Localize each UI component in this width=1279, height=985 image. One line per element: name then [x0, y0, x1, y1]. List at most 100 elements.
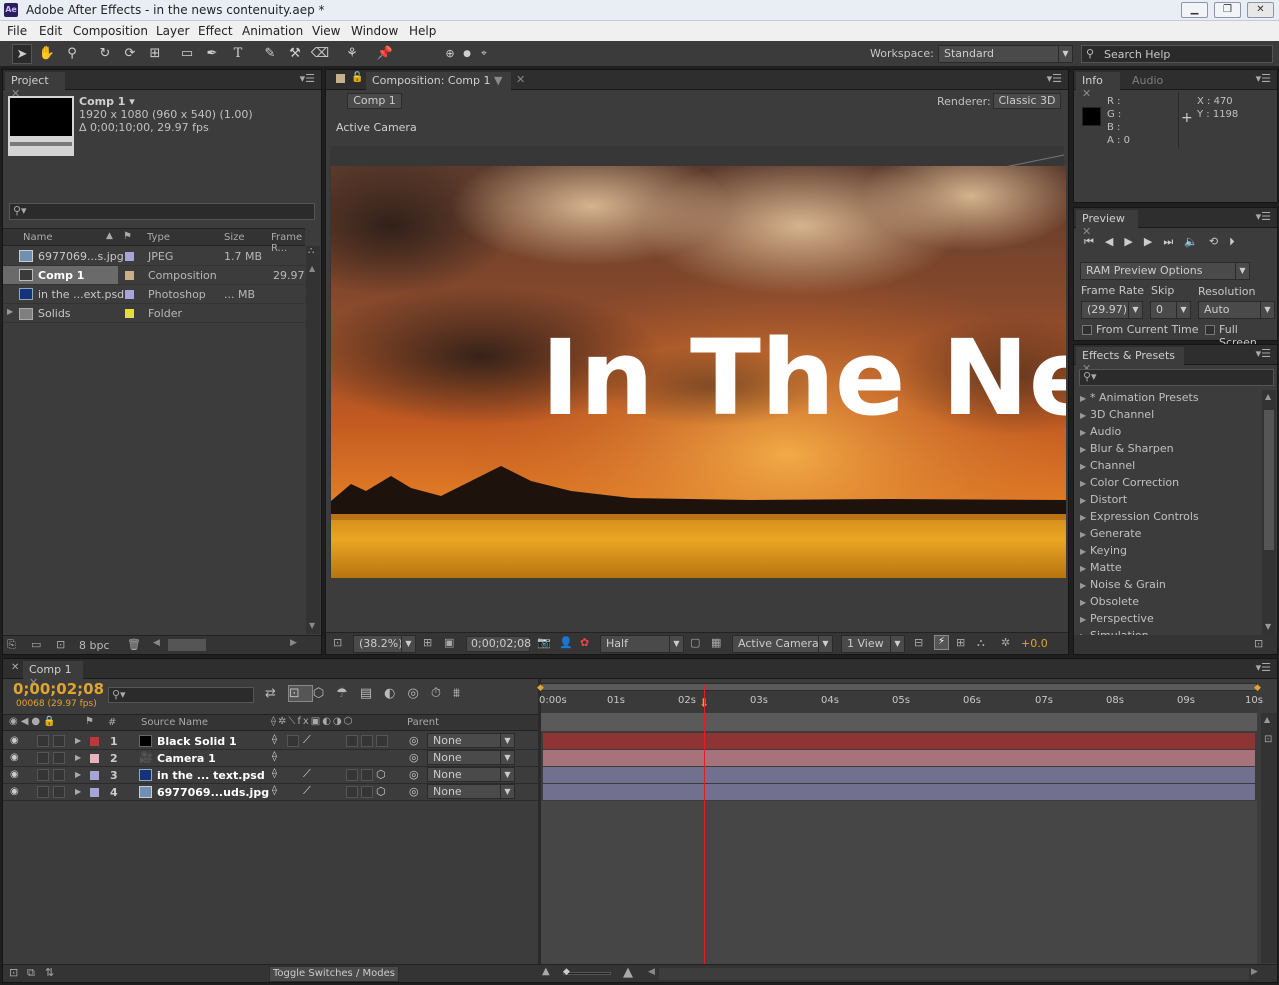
first-frame-icon[interactable]: ⏮ [1084, 235, 1105, 248]
toggle-switches-modes-button[interactable]: Toggle Switches / Modes [269, 966, 399, 982]
sort-ascending-icon[interactable]: ▲ [106, 231, 113, 241]
shy-switch-icon[interactable]: ⟠ [272, 751, 277, 762]
magnification-dropdown[interactable]: (38.2%) ▼ [353, 635, 416, 653]
project-scrollbar[interactable]: ⛬ ▲ ▼ [306, 246, 320, 634]
scroll-up-icon[interactable]: ▲ [1264, 715, 1270, 724]
frame-rate-dropdown[interactable]: (29.97) ▼ [1081, 301, 1143, 319]
comp-button-icon[interactable]: ⊡ [1264, 734, 1272, 745]
menu-effect[interactable]: Effect [198, 24, 233, 38]
transparency-grid-icon[interactable]: ▦ [711, 636, 721, 649]
motion-blur-icon[interactable]: ◐ [384, 686, 407, 701]
flowchart-icon[interactable]: ⛬ [977, 636, 985, 650]
effect-category-perspective[interactable]: ▶ Perspective [1080, 612, 1154, 629]
time-ruler[interactable]: ◆ ◆ 0:00s 01s 02s 03s 04s 05s 06s 07s 08… [537, 683, 1263, 713]
scroll-down-icon[interactable]: ▼ [1265, 622, 1271, 631]
comp-viewer[interactable]: In The Ne [330, 146, 1066, 578]
eye-icon[interactable]: ◉ [10, 786, 19, 797]
view-axis-icon[interactable]: ⌖ [474, 44, 494, 64]
lock-toggle[interactable] [53, 786, 65, 798]
new-composition-icon[interactable]: ⊡ [56, 638, 65, 651]
layer-row-3[interactable]: ◉ ▶ 3 in the ... text.psd ⟠ ⟋ ⬡ ◎ None ▼ [3, 767, 540, 784]
col-parent[interactable]: Parent [407, 717, 439, 728]
search-help-field[interactable]: ⚲ Search Help [1081, 45, 1273, 63]
draft-3d-icon[interactable]: ⬡ [313, 686, 336, 701]
col-type[interactable]: Type [147, 232, 170, 243]
adjustment-switch[interactable] [361, 769, 373, 781]
tab-timeline-comp[interactable]: Comp 1 ✕ [23, 661, 83, 689]
interpret-footage-icon[interactable]: ⎘ [7, 638, 16, 652]
timeline-horizontal-scrollbar[interactable] [659, 968, 1249, 980]
layer-name[interactable]: Black Solid 1 [157, 735, 237, 748]
shy-layers-icon[interactable]: ☂ [336, 686, 360, 701]
layer-name[interactable]: in the ... text.psd [157, 769, 265, 782]
view-layout-dropdown[interactable]: 1 View ▼ [841, 635, 905, 653]
rectangle-tool-icon[interactable]: ▭ [177, 44, 197, 64]
layer-name[interactable]: 6977069...uds.jpg [157, 786, 269, 799]
tab-info[interactable]: Info ✕ [1076, 72, 1120, 100]
new-preset-icon[interactable]: ⊡ [1254, 637, 1263, 650]
timeline-lock-icon[interactable]: ✕ [11, 662, 19, 673]
timeline-scrollbar[interactable]: ▲ ⊡ [1261, 713, 1277, 963]
scroll-thumb[interactable] [1264, 410, 1274, 550]
work-area-end-handle[interactable]: ◆ [1254, 683, 1261, 693]
expand-triangle-icon[interactable]: ▶ [7, 307, 13, 316]
parent-dropdown[interactable]: None ▼ [427, 750, 515, 765]
lock-toggle[interactable] [53, 752, 65, 764]
scroll-left-icon[interactable]: ◀ [648, 967, 655, 977]
effect-category-matte[interactable]: ▶ Matte [1080, 561, 1122, 578]
graph-editor-icon[interactable]: ⩩ [453, 686, 472, 701]
layer-bar-3[interactable] [543, 767, 1255, 783]
effect-category-obsolete[interactable]: ▶ Obsolete [1080, 595, 1139, 612]
solo-toggle[interactable] [37, 786, 49, 798]
tab-project[interactable]: Project ✕ [5, 72, 65, 100]
effect-category-color-correction[interactable]: ▶ Color Correction [1080, 476, 1179, 493]
close-tab-icon[interactable]: ✕ [516, 73, 525, 86]
orbit-camera-tool-icon[interactable]: ⟳ [120, 44, 140, 64]
previous-frame-icon[interactable]: ◀ [1105, 235, 1124, 248]
3d-layer-switch[interactable] [376, 735, 388, 747]
frame-blending-icon[interactable]: ▤ [360, 686, 384, 701]
shy-switch-icon[interactable]: ⟠ [272, 768, 277, 779]
menu-file[interactable]: File [7, 24, 27, 38]
label-color-swatch[interactable] [90, 754, 99, 763]
pick-whip-icon[interactable]: ◎ [409, 785, 419, 798]
brush-tool-icon[interactable]: ✎ [260, 44, 280, 64]
effect-category-audio[interactable]: ▶ Audio [1080, 425, 1121, 442]
effect-category-expression-controls[interactable]: ▶ Expression Controls [1080, 510, 1199, 527]
rotation-tool-icon[interactable]: ↻ [95, 44, 115, 64]
effect-category-animation-presets[interactable]: ▶ * Animation Presets [1080, 391, 1199, 408]
effect-category-distort[interactable]: ▶ Distort [1080, 493, 1127, 510]
adjustment-switch[interactable] [361, 735, 373, 747]
snapshot-icon[interactable]: 📷 [537, 636, 551, 649]
label-color-swatch[interactable] [90, 737, 99, 746]
expand-triangle-icon[interactable]: ▶ [75, 787, 81, 796]
scroll-up-icon[interactable]: ▲ [309, 264, 315, 273]
bit-depth-button[interactable]: 8 bpc [79, 639, 110, 652]
effects-search-input[interactable]: ⚲▾ [1079, 369, 1274, 386]
auto-keyframe-icon[interactable]: ⏱ [431, 686, 453, 701]
label-color-swatch[interactable] [125, 252, 134, 261]
pick-whip-icon[interactable]: ◎ [409, 751, 419, 764]
play-icon[interactable]: ▶ [1124, 235, 1143, 248]
shy-switch-icon[interactable]: ⟠ [272, 734, 277, 745]
skip-dropdown[interactable]: 0 ▼ [1150, 301, 1191, 319]
menu-layer[interactable]: Layer [156, 24, 189, 38]
panel-menu-icon[interactable]: ▾☰ [1256, 72, 1271, 85]
shy-switch-icon[interactable]: ⟠ [272, 785, 277, 796]
eraser-tool-icon[interactable]: ⌫ [310, 44, 330, 64]
project-item-solids-folder[interactable]: ▶ Solids Folder [3, 304, 305, 323]
lock-toggle[interactable] [53, 769, 65, 781]
playhead-line[interactable] [704, 685, 705, 965]
mute-audio-icon[interactable]: 🔈 [1184, 235, 1209, 248]
motion-blur-switch[interactable] [346, 786, 358, 798]
scroll-right-icon[interactable]: ▶ [1251, 967, 1258, 977]
adjustment-switch[interactable] [361, 786, 373, 798]
timeline-search-input[interactable]: ⚲▾ [108, 687, 254, 703]
next-frame-icon[interactable]: ▶ [1144, 235, 1163, 248]
pen-tool-icon[interactable]: ✒ [202, 44, 222, 64]
panel-menu-icon[interactable]: ▾☰ [1256, 210, 1271, 223]
timeline-current-time[interactable]: 0;00;02;08 [13, 680, 104, 698]
expand-triangle-icon[interactable]: ▶ [75, 770, 81, 779]
label-color-swatch[interactable] [90, 771, 99, 780]
panel-menu-icon[interactable]: ▾☰ [1256, 661, 1271, 674]
